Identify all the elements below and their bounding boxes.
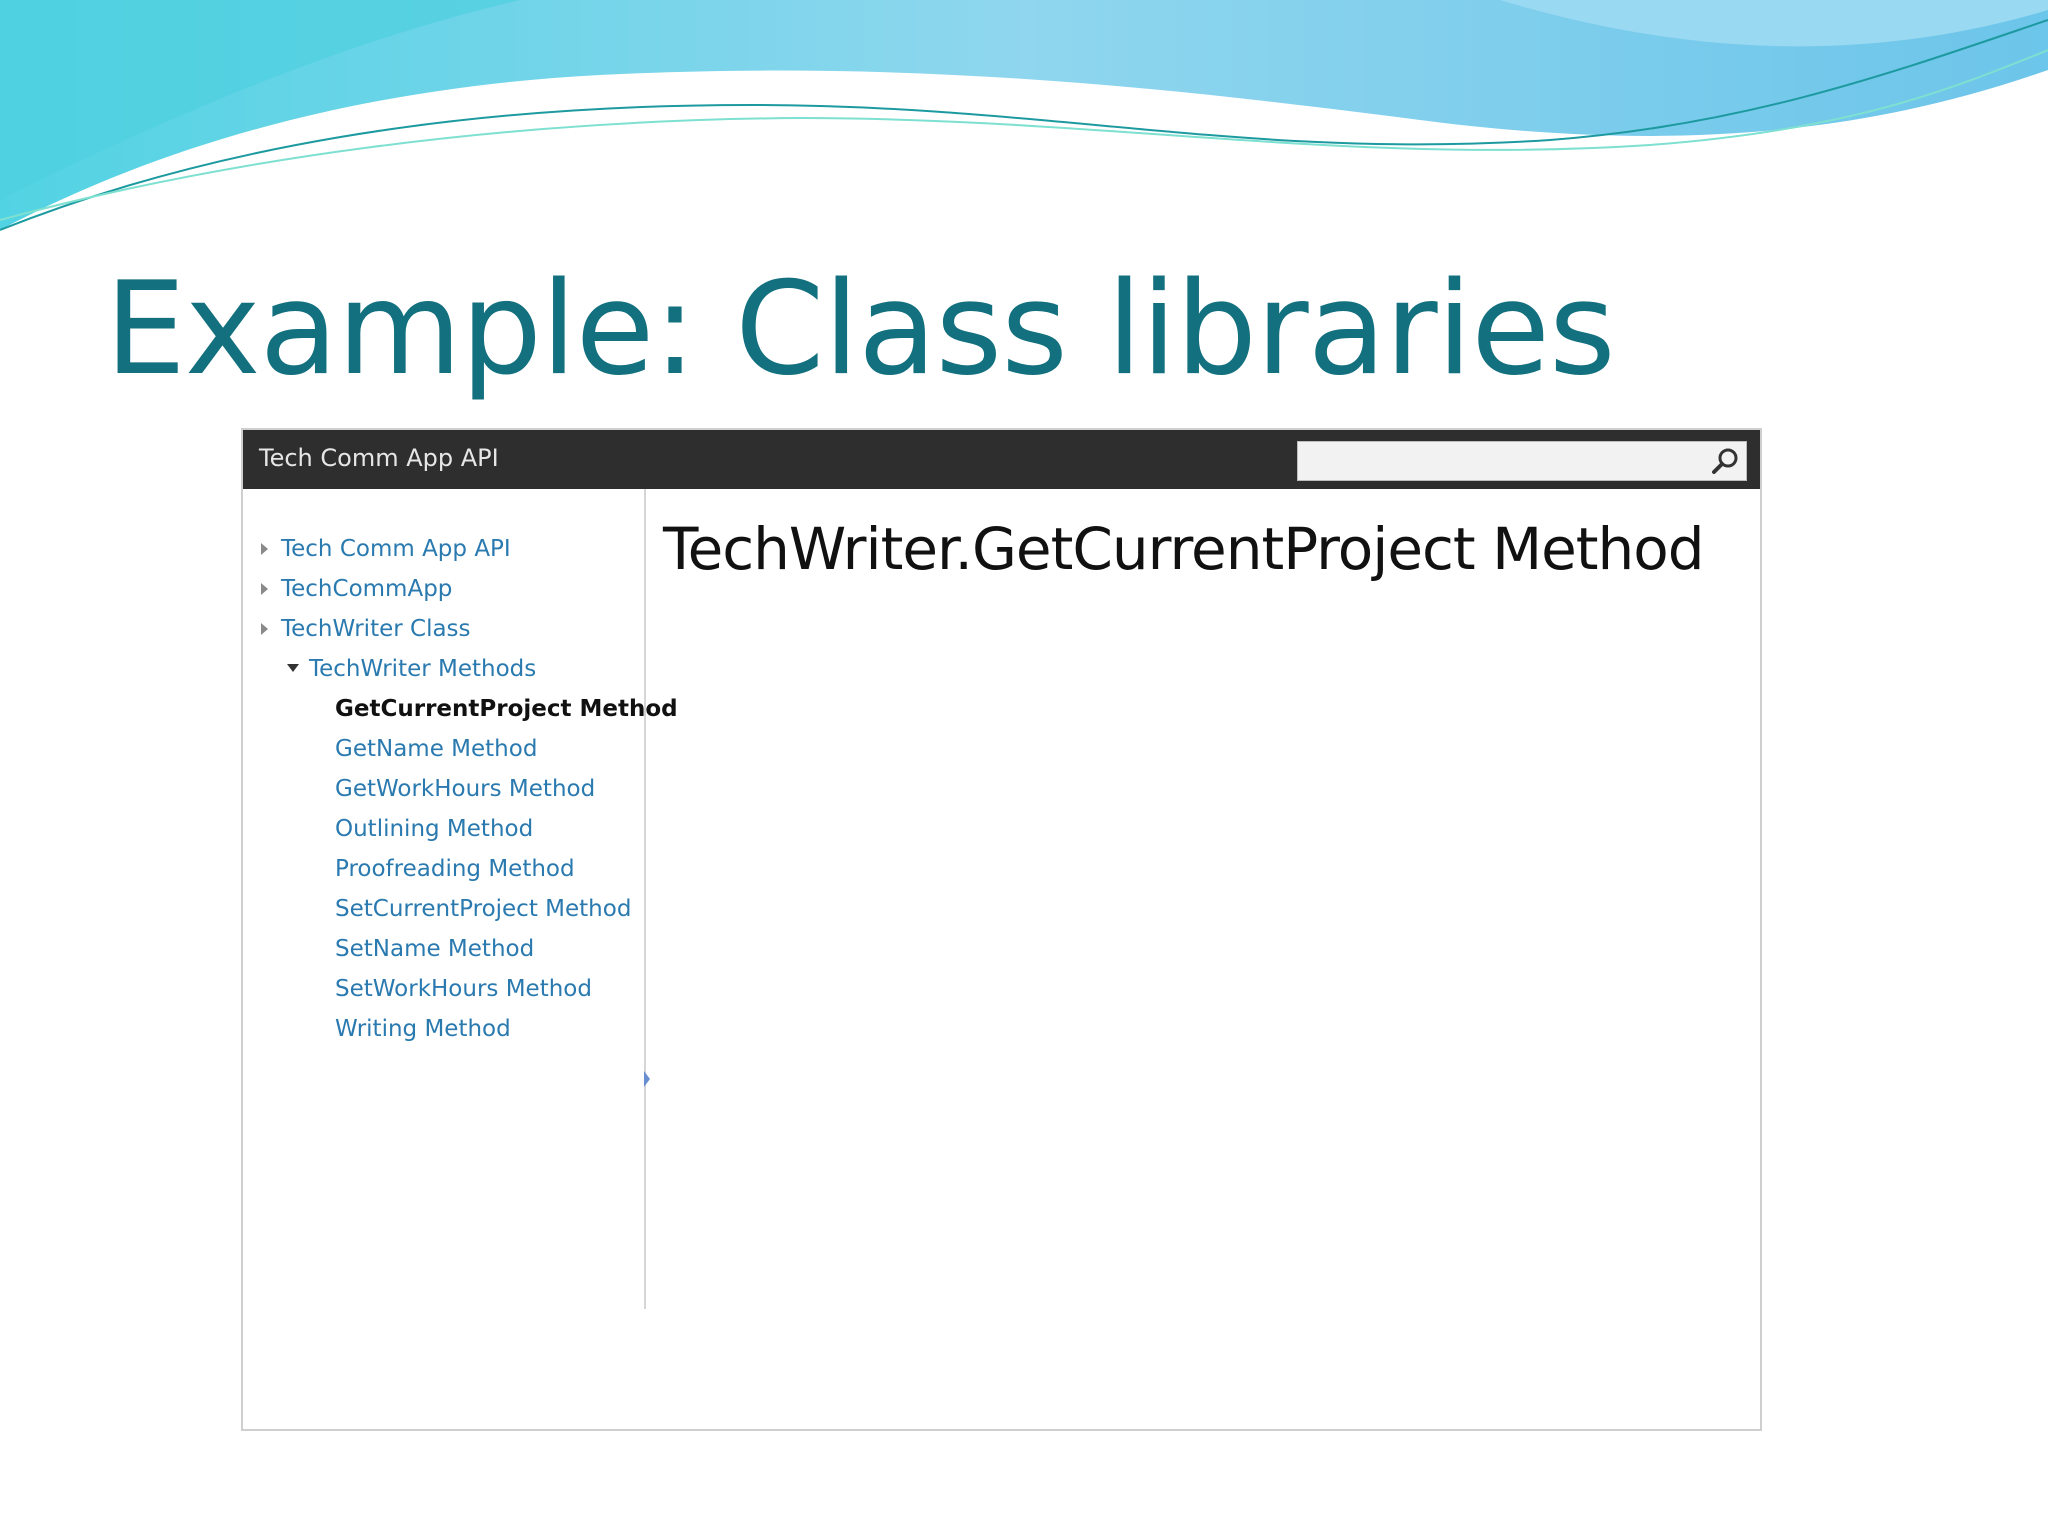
collapsed-triangle-icon[interactable] xyxy=(261,543,268,555)
collapsed-triangle-icon[interactable] xyxy=(261,623,268,635)
app-header: Tech Comm App API xyxy=(243,430,1760,489)
nav-item-getworkhours-method[interactable]: GetWorkHours Method xyxy=(335,776,595,802)
collapsed-triangle-icon[interactable] xyxy=(261,583,268,595)
nav-item-setworkhours-method[interactable]: SetWorkHours Method xyxy=(335,976,592,1002)
nav-item-writing-method[interactable]: Writing Method xyxy=(335,1016,511,1042)
nav-item-tech-comm-app-api[interactable]: Tech Comm App API xyxy=(261,536,511,562)
nav-item-getname-method[interactable]: GetName Method xyxy=(335,736,537,762)
decorative-wave-banner xyxy=(0,0,2048,231)
topic-content: TechWriter.GetCurrentProject Method xyxy=(663,489,1743,1309)
search-icon[interactable] xyxy=(1710,446,1740,476)
navigation-pane: Tech Comm App API TechCommApp TechWriter… xyxy=(243,489,678,1309)
nav-item-setname-method[interactable]: SetName Method xyxy=(335,936,534,962)
expanded-triangle-icon[interactable] xyxy=(287,664,299,672)
nav-item-techcommapp[interactable]: TechCommApp xyxy=(261,576,453,602)
topic-title: TechWriter.GetCurrentProject Method xyxy=(663,515,1705,583)
nav-item-outlining-method[interactable]: Outlining Method xyxy=(335,816,533,842)
app-header-title: Tech Comm App API xyxy=(259,444,499,472)
nav-item-getcurrentproject-method[interactable]: GetCurrentProject Method xyxy=(335,696,678,722)
search-input[interactable] xyxy=(1297,441,1747,481)
nav-item-setcurrentproject-method[interactable]: SetCurrentProject Method xyxy=(335,896,631,922)
nav-item-proofreading-method[interactable]: Proofreading Method xyxy=(335,856,575,882)
nav-item-label: TechWriter Class xyxy=(281,616,471,642)
nav-item-label: TechCommApp xyxy=(281,576,453,602)
pane-resize-handle-icon[interactable] xyxy=(643,1067,651,1091)
nav-item-label: TechWriter Methods xyxy=(309,656,537,682)
slide-title: Example: Class libraries xyxy=(105,255,1616,404)
nav-item-techwriter-methods[interactable]: TechWriter Methods xyxy=(287,656,537,682)
api-doc-screenshot: Tech Comm App API Tech Comm App API Tech… xyxy=(241,428,1762,1431)
nav-item-techwriter-class[interactable]: TechWriter Class xyxy=(261,616,471,642)
nav-item-label: Tech Comm App API xyxy=(281,536,511,562)
